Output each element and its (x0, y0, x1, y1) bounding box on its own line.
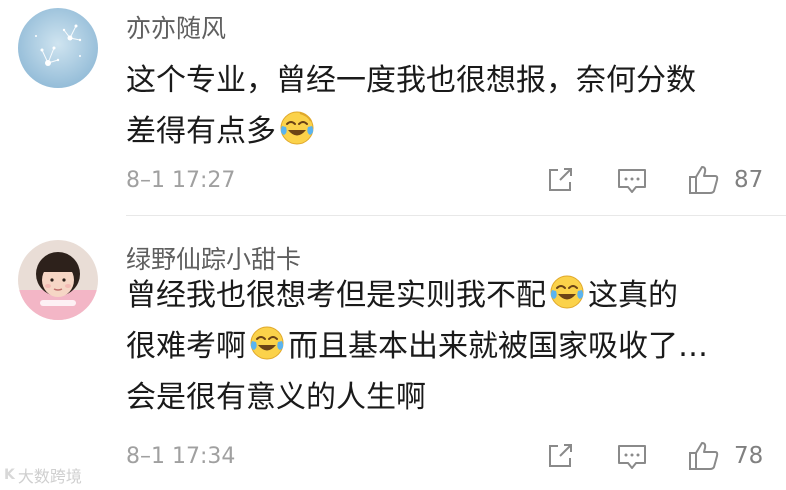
comment-meta: 8–1 17:34 78 (126, 438, 786, 478)
comment-text-line: 这个专业，曾经一度我也很想报，奈何分数 (126, 63, 696, 98)
comment-item: 绿野仙踪小甜卡 曾经我也很想考但是实则我不配 这真的 很难考啊 而且基本出来就被… (0, 216, 786, 490)
like-count: 87 (734, 167, 764, 193)
avatar[interactable] (18, 240, 98, 320)
thumbs-up-icon[interactable] (686, 438, 722, 474)
share-icon[interactable] (542, 438, 578, 474)
dandelion-avatar-image (18, 8, 98, 88)
comment-text-segment: 曾经我也很想考但是实则我不配 (126, 278, 546, 313)
timestamp: 8–1 17:27 (126, 168, 236, 193)
comment-meta: 8–1 17:27 87 (126, 162, 786, 202)
username[interactable]: 亦亦随风 (126, 9, 226, 45)
comment-text: 这个专业，曾经一度我也很想报，奈何分数 差得有点多 (126, 55, 766, 157)
thumbs-up-icon[interactable] (686, 162, 722, 198)
comment-text-segment: 而且基本出来就被国家吸收了… (288, 329, 708, 364)
laughing-tears-emoji (548, 273, 586, 311)
girl-avatar-image (18, 240, 98, 320)
laughing-tears-emoji (248, 324, 286, 362)
comment-text-segment: 很难考啊 (126, 329, 246, 364)
share-icon[interactable] (542, 162, 578, 198)
avatar[interactable] (18, 8, 98, 88)
comment-text-segment: 这真的 (588, 278, 678, 313)
comment-icon[interactable] (614, 162, 650, 198)
comment-item: 亦亦随风 这个专业，曾经一度我也很想报，奈何分数 差得有点多 8–1 17:27… (0, 0, 786, 215)
comment-text-segment: 会是很有意义的人生啊 (126, 380, 426, 415)
watermark-logo: K (4, 467, 15, 483)
watermark: K 大数跨境 (4, 463, 82, 487)
timestamp: 8–1 17:34 (126, 444, 236, 469)
comment-icon[interactable] (614, 438, 650, 474)
like-count: 78 (734, 443, 764, 469)
comment-text: 曾经我也很想考但是实则我不配 这真的 很难考啊 而且基本出来就被国家吸收了… 会… (126, 270, 766, 423)
comment-text-line: 差得有点多 (126, 114, 276, 149)
watermark-text: 大数跨境 (17, 467, 82, 486)
crying-laughing-emoji (278, 109, 316, 147)
